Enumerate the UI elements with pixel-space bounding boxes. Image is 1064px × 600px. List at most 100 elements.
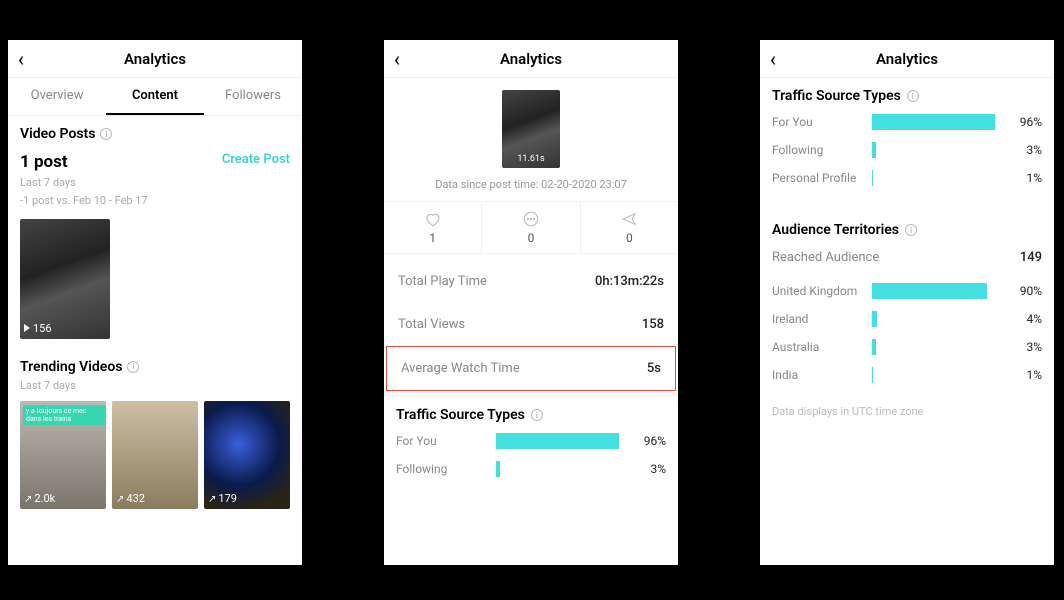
video-posts-section: Video Posts i 1 post Last 7 days -1 post… [8, 116, 302, 349]
stat-comments: 0 [481, 202, 579, 253]
bar-pct: 1% [1008, 171, 1042, 185]
stat-shares: 0 [580, 202, 678, 253]
bar-row-p2-1: Following 3% [384, 455, 678, 483]
bar-pct: 3% [632, 462, 666, 476]
bar-row-p3g-2: Australia3% [760, 333, 1054, 361]
bar-row-p3g-0: United Kingdom 90% [760, 277, 1054, 305]
hero-thumbnail[interactable]: 11.61s [502, 90, 560, 168]
bar-track [496, 461, 624, 477]
bar-fill [872, 283, 987, 299]
analytics-traffic-panel: ‹ Analytics Traffic Source Types i For Y… [760, 40, 1054, 565]
metric-total-views: Total Views 158 [384, 303, 678, 346]
metric-value: 0h:13m:22s [595, 274, 664, 289]
bar-pct: 3% [1008, 143, 1042, 157]
post-count: 1 post [20, 152, 148, 172]
thumb-views: 156 [33, 322, 52, 335]
bar-fill [872, 142, 876, 158]
header: ‹ Analytics [760, 40, 1054, 78]
metric-label: Total Views [398, 317, 465, 332]
tab-followers[interactable]: Followers [204, 78, 302, 115]
comments-value: 0 [528, 231, 535, 245]
bar-row-p3g-3: India 1% [760, 361, 1054, 389]
page-title: Analytics [384, 50, 678, 68]
bar-track [872, 114, 1000, 130]
video-posts-heading: Video Posts i [20, 126, 290, 142]
trending-section: Trending Videos i Last 7 days y a toujou… [8, 349, 302, 519]
trending-tag-0: y a toujours ce mec dans les trains [23, 405, 106, 425]
tab-overview[interactable]: Overview [8, 78, 106, 115]
bar-track [872, 283, 1000, 299]
metric-avg-watch-time: Average Watch Time 5s [387, 347, 675, 390]
header: ‹ Analytics [8, 40, 302, 78]
bar-pct: 96% [632, 434, 666, 448]
info-icon[interactable]: i [907, 90, 919, 102]
analytics-post-panel: ‹ Analytics 11.61s Data since post time:… [384, 40, 678, 565]
traffic-heading-text: Traffic Source Types [396, 407, 525, 423]
bar-row-p2-0: For You 96% [384, 427, 678, 455]
bar-row-p3g-1: Ireland4% [760, 305, 1054, 333]
play-icon [24, 324, 30, 332]
traffic-heading: Traffic Source Types i [384, 397, 678, 427]
territories-heading: Audience Territories i [760, 212, 1054, 242]
bar-row-p3t-0: For You 96% [760, 108, 1054, 136]
bar-label: United Kingdom [772, 284, 864, 298]
bar-pct: 96% [1008, 115, 1042, 129]
heart-icon [424, 210, 442, 228]
bar-fill [496, 433, 619, 449]
bar-track [872, 170, 1000, 186]
bar-label: Following [396, 462, 488, 476]
back-icon[interactable]: ‹ [394, 49, 400, 69]
bar-label: Australia [772, 340, 864, 354]
tab-content[interactable]: Content [106, 78, 204, 115]
trending-heading: Trending Videos i [20, 359, 290, 375]
info-icon[interactable]: i [531, 409, 543, 421]
since-text: Data since post time: 02-20-2020 23:07 [435, 178, 627, 191]
info-icon[interactable]: i [905, 224, 917, 236]
stats-row: 1 0 0 [384, 201, 678, 254]
bar-track [872, 339, 1000, 355]
bar-label: For You [772, 115, 864, 129]
bar-pct: 90% [1008, 284, 1042, 298]
trending-views-1: 432 [116, 492, 145, 505]
post-period: Last 7 days [20, 175, 148, 190]
info-icon[interactable]: i [100, 128, 112, 140]
info-icon[interactable]: i [127, 361, 139, 373]
bar-track [872, 367, 1000, 383]
trending-thumb-2[interactable]: 179 [204, 401, 290, 509]
bar-track [872, 311, 1000, 327]
analytics-content-panel: ‹ Analytics Overview Content Followers V… [8, 40, 302, 565]
territories-heading-text: Audience Territories [772, 222, 899, 238]
trending-views-0: 2.0k [24, 492, 55, 505]
reached-row: Reached Audience 149 [760, 242, 1054, 277]
bar-track [872, 142, 1000, 158]
comment-icon [522, 210, 540, 228]
share-icon [620, 210, 638, 228]
bar-label: Following [772, 143, 864, 157]
bar-label: For You [396, 434, 488, 448]
metric-total-play-time: Total Play Time 0h:13m:22s [384, 260, 678, 303]
bar-fill [496, 461, 500, 477]
trending-thumb-1[interactable]: 432 [112, 401, 198, 509]
bar-label: Personal Profile [772, 171, 864, 185]
metric-label: Average Watch Time [401, 361, 520, 376]
bar-pct: 1% [1008, 368, 1042, 382]
bar-fill [872, 339, 876, 355]
traffic-heading-text: Traffic Source Types [772, 88, 901, 104]
traffic-heading: Traffic Source Types i [760, 78, 1054, 108]
page-title: Analytics [760, 50, 1054, 68]
stat-likes: 1 [384, 202, 481, 253]
reached-value: 149 [1020, 250, 1042, 265]
trending-thumb-0[interactable]: y a toujours ce mec dans les trains 2.0k [20, 401, 106, 509]
back-icon[interactable]: ‹ [770, 49, 776, 69]
bar-row-p3t-1: Following 3% [760, 136, 1054, 164]
header: ‹ Analytics [384, 40, 678, 78]
back-icon[interactable]: ‹ [18, 49, 24, 69]
create-post-button[interactable]: Create Post [222, 152, 290, 167]
bar-track [496, 433, 624, 449]
bar-label: India [772, 368, 864, 382]
post-thumbnail[interactable]: 156 [20, 219, 110, 339]
hero-duration: 11.61s [502, 154, 560, 164]
metric-value: 5s [647, 361, 661, 376]
tabs: Overview Content Followers [8, 78, 302, 116]
bar-fill [872, 114, 995, 130]
